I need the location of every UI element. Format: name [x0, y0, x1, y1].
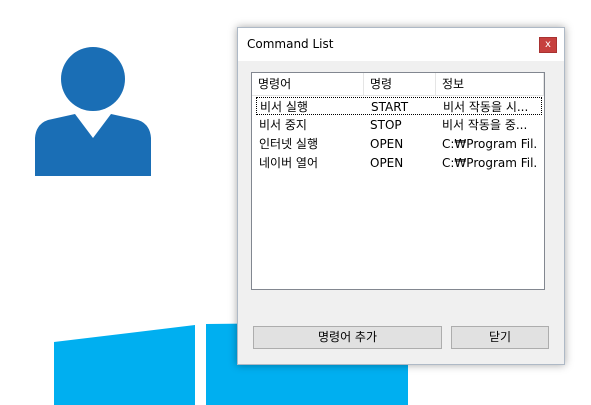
list-row[interactable]: 비서 실행 START 비서 작동을 시... [256, 97, 542, 115]
row-info: 비서 작동을 중... [442, 118, 528, 132]
row-info: C:₩Program Fil... [442, 156, 538, 170]
list-header: 명령어 명령 정보 [252, 73, 544, 96]
list-row[interactable]: 비서 중지 STOP 비서 작동을 중... [256, 116, 542, 134]
row-info: 비서 작동을 시... [443, 100, 529, 114]
row-info: C:₩Program Fil... [442, 137, 538, 151]
column-header-info[interactable]: 정보 [436, 73, 544, 95]
close-window-button[interactable]: x [539, 37, 557, 53]
dialog-title: Command List [247, 37, 334, 51]
row-command: OPEN [370, 137, 404, 151]
title-bar[interactable]: Command List x [238, 28, 564, 61]
column-header-command[interactable]: 명령 [364, 73, 436, 95]
row-keyword: 인터넷 실행 [259, 137, 319, 151]
row-command: START [371, 100, 409, 114]
person-icon [35, 47, 151, 176]
row-keyword: 네이버 열어 [259, 156, 319, 170]
row-keyword: 비서 실행 [260, 100, 308, 114]
row-keyword: 비서 중지 [259, 118, 307, 132]
row-command: OPEN [370, 156, 404, 170]
row-command: STOP [370, 118, 402, 132]
list-row[interactable]: 인터넷 실행 OPEN C:₩Program Fil... [256, 135, 542, 153]
list-row[interactable]: 네이버 열어 OPEN C:₩Program Fil... [256, 154, 542, 172]
dialog-client-area: 명령어 명령 정보 비서 실행 START 비서 작동을 시... 비서 중지 … [238, 61, 564, 364]
add-command-button[interactable]: 명령어 추가 [253, 326, 442, 349]
command-list-view[interactable]: 명령어 명령 정보 비서 실행 START 비서 작동을 시... 비서 중지 … [251, 72, 545, 290]
close-button[interactable]: 닫기 [451, 326, 549, 349]
command-list-dialog: Command List x 명령어 명령 정보 비서 실행 START 비서 … [237, 27, 565, 365]
column-header-keyword[interactable]: 명령어 [252, 73, 364, 95]
